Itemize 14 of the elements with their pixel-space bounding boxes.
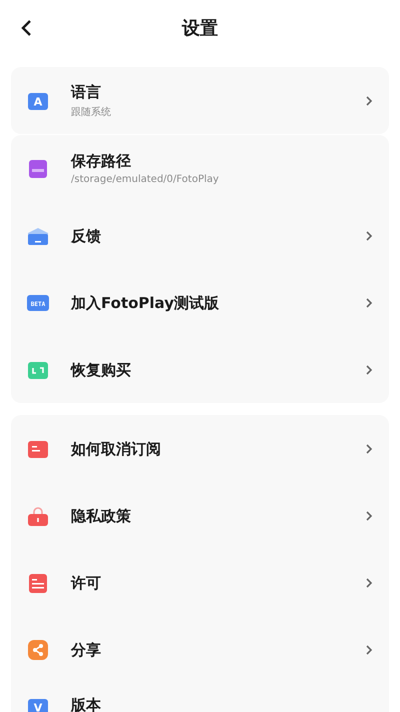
setting-title[interactable]: 版本 [71, 696, 373, 712]
letter-icon: V [27, 696, 49, 712]
setting-title[interactable]: 分享 [71, 640, 365, 658]
setting-title[interactable]: 反馈 [71, 226, 365, 244]
setting-title[interactable]: 恢复购买 [71, 360, 365, 378]
setting-value: /storage/emulated/0/FotoPlay [71, 174, 220, 185]
setting-title[interactable]: 如何取消订阅 [71, 440, 365, 458]
setting-value: 跟随系统 [71, 106, 112, 118]
setting-title[interactable]: 隐私政策 [71, 506, 365, 524]
setting-title[interactable]: 许可 [71, 574, 365, 592]
setting-title[interactable]: 保存路径 [71, 152, 373, 170]
page-title: 设置 [182, 17, 218, 40]
setting-title[interactable]: 语言 [71, 82, 365, 100]
setting-title[interactable]: 加入FotoPlay测试版 [71, 294, 365, 312]
